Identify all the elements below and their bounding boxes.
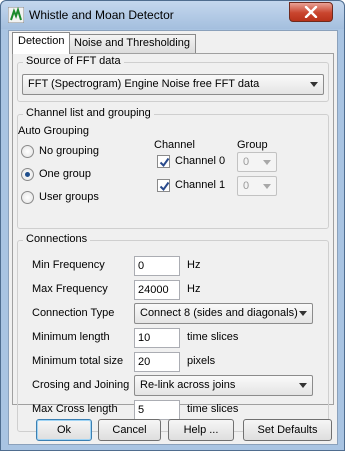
tab-detection[interactable]: Detection [12,32,71,54]
dialog-window: Whistle and Moan Detector Detection Nois… [0,0,345,451]
channel-1-checkbox[interactable] [157,179,170,192]
channel-legend: Channel list and grouping [23,107,154,119]
cancel-button-label: Cancel [112,424,147,436]
crossing-joining-label: Crosing and Joining [32,379,130,391]
no-grouping-label[interactable]: No grouping [39,145,99,157]
max-frequency-input[interactable]: 24000 [134,280,180,300]
fft-source-dropdown[interactable]: FFT (Spectrogram) Engine Noise free FFT … [22,74,324,95]
min-frequency-value: 0 [138,260,145,272]
checkmark-icon [159,181,170,192]
connection-type-value: Connect 8 (sides and diagonals) [140,307,298,319]
channel-group: Channel list and grouping Auto Grouping … [17,107,329,229]
connections-legend: Connections [23,233,91,245]
minimum-total-size-input[interactable]: 20 [134,352,180,372]
connections-group: Connections Min Frequency 0 Hz Max Frequ… [17,233,329,432]
chevron-down-icon [310,82,318,87]
close-icon [304,6,318,18]
channel-0-label[interactable]: Channel 0 [175,155,225,167]
user-groups-label[interactable]: User groups [39,191,99,203]
source-group: Source of FFT data FFT (Spectrogram) Eng… [17,55,329,102]
dialog-body: Detection Noise and Thresholding Source … [8,30,338,445]
min-frequency-unit: Hz [187,259,201,271]
source-legend: Source of FFT data [23,55,124,67]
channel-1-group-value: 0 [243,180,250,192]
max-frequency-label: Max Frequency [32,283,108,295]
connection-type-label: Connection Type [32,307,115,319]
min-frequency-label: Min Frequency [32,259,105,271]
minimum-total-size-unit: pixels [187,355,216,367]
max-frequency-value: 24000 [138,284,169,296]
one-group-label[interactable]: One group [39,168,91,180]
window-title: Whistle and Moan Detector [29,8,174,22]
group-column-header: Group [237,139,268,151]
app-logo-icon [8,7,24,23]
min-frequency-input[interactable]: 0 [134,256,180,276]
channel-0-group-select[interactable]: 0 [237,152,277,172]
close-button[interactable] [289,2,333,22]
crossing-joining-dropdown[interactable]: Re-link across joins [134,375,313,396]
minimum-length-label: Minimum length [32,331,110,343]
ok-button[interactable]: Ok [36,419,92,441]
minimum-total-size-value: 20 [138,356,151,368]
channel-column-header: Channel [154,139,195,151]
detection-panel: Source of FFT data FFT (Spectrogram) Eng… [12,53,334,432]
channel-1-label[interactable]: Channel 1 [175,179,225,191]
help-button[interactable]: Help ... [168,419,234,441]
minimum-length-input[interactable]: 10 [134,328,180,348]
radio-one-group[interactable] [21,168,34,181]
max-cross-length-value: 5 [138,404,145,416]
chevron-down-icon [263,184,271,189]
max-cross-length-label: Max Cross length [32,403,118,415]
channel-0-group-value: 0 [243,156,250,168]
channel-1-group-select[interactable]: 0 [237,176,277,196]
chevron-down-icon [299,311,307,316]
minimum-length-value: 10 [138,332,151,344]
chevron-down-icon [263,160,271,165]
channel-0-checkbox[interactable] [157,155,170,168]
max-cross-length-input[interactable]: 5 [134,400,180,420]
minimum-length-unit: time slices [187,331,239,343]
radio-no-grouping[interactable] [21,145,34,158]
chevron-down-icon [299,383,307,388]
help-button-label: Help ... [183,424,219,436]
tab-detection-label: Detection [18,35,65,47]
max-cross-length-unit: time slices [187,403,239,415]
tab-noise-and-thresholding[interactable]: Noise and Thresholding [68,34,196,53]
max-frequency-unit: Hz [187,283,201,295]
ok-button-label: Ok [56,424,72,436]
minimum-total-size-label: Minimum total size [32,355,124,367]
radio-user-groups[interactable] [21,191,34,204]
tab-noise-label: Noise and Thresholding [74,37,190,49]
crossing-joining-value: Re-link across joins [140,379,236,391]
connection-type-dropdown[interactable]: Connect 8 (sides and diagonals) [134,303,313,324]
checkmark-icon [159,157,170,168]
set-defaults-button-label: Set Defaults [257,424,318,436]
fft-source-value: FFT (Spectrogram) Engine Noise free FFT … [28,78,260,90]
cancel-button[interactable]: Cancel [98,419,161,441]
set-defaults-button[interactable]: Set Defaults [243,419,332,441]
title-bar[interactable]: Whistle and Moan Detector [1,1,344,29]
auto-grouping-label: Auto Grouping [18,125,89,137]
